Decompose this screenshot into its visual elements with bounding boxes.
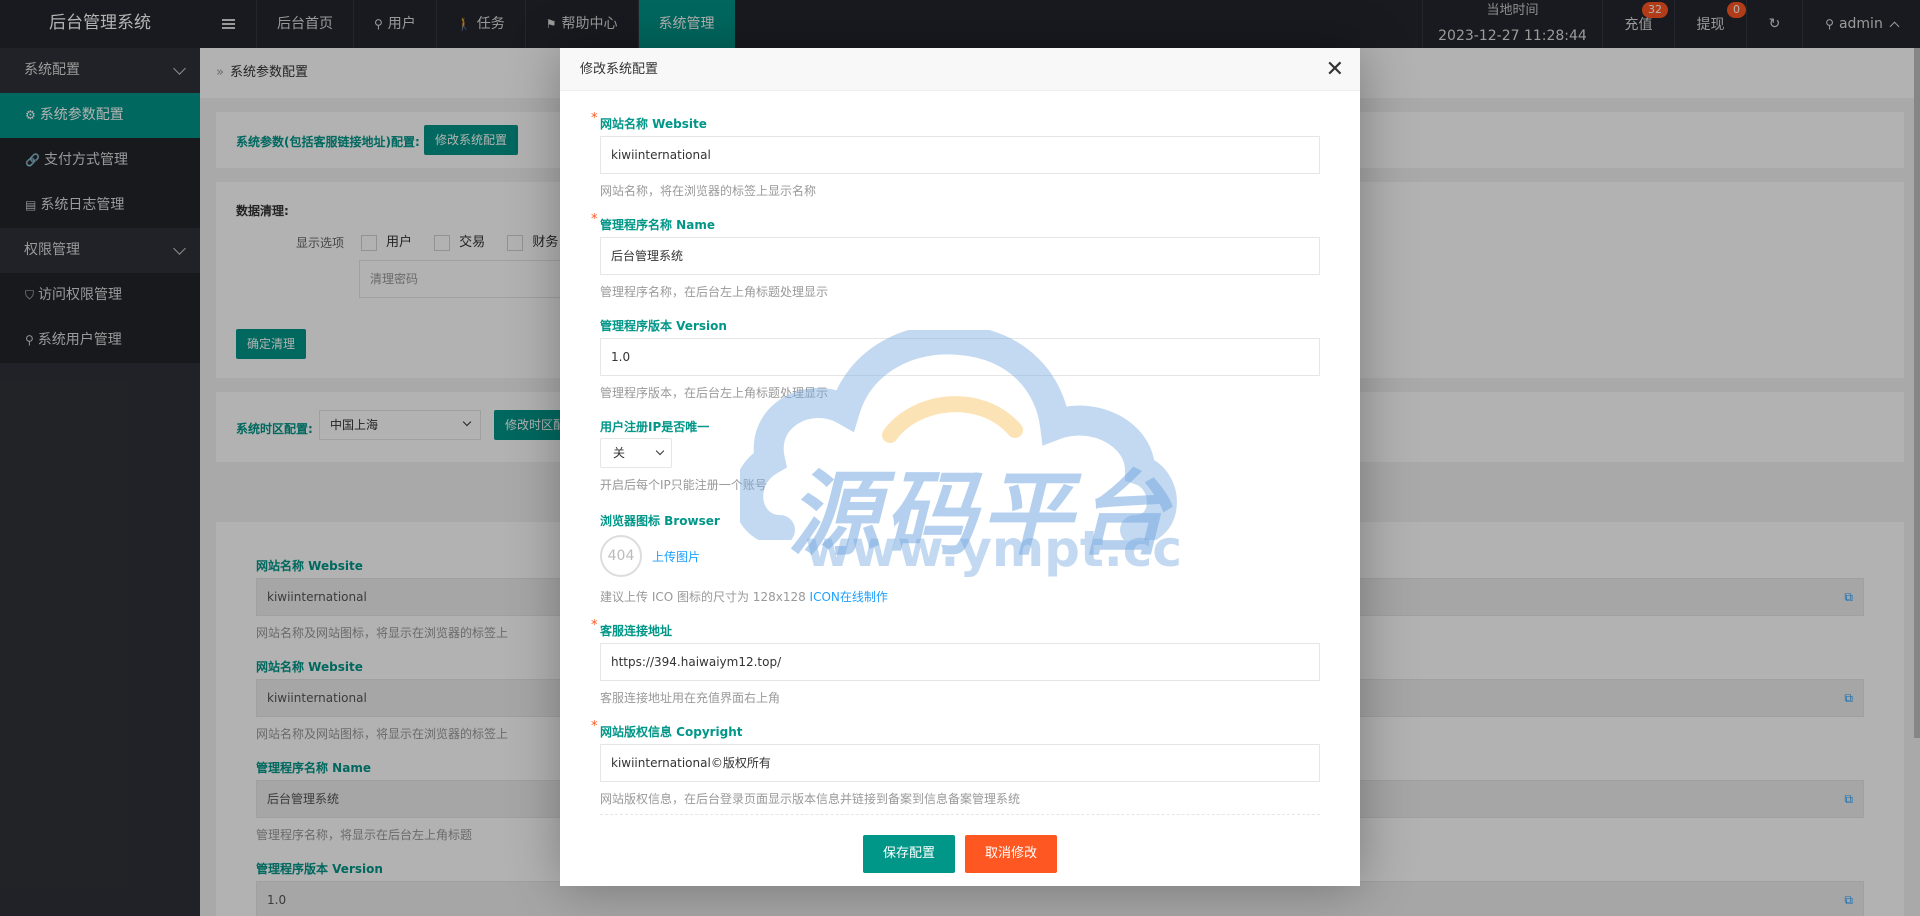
modal-header: 修改系统配置 ✕ xyxy=(560,48,1360,91)
save-config-button[interactable]: 保存配置 xyxy=(863,835,955,873)
required-marker: * xyxy=(591,111,598,126)
website-label: 网站名称 Website xyxy=(600,117,707,131)
close-icon[interactable]: ✕ xyxy=(1326,48,1344,91)
icon-online-link[interactable]: ICON在线制作 xyxy=(810,590,888,604)
copyright-label: 网站版权信息 Copyright xyxy=(600,725,743,739)
divider xyxy=(600,814,1320,815)
required-marker: * xyxy=(591,618,598,633)
ip-unique-select[interactable]: 关 xyxy=(600,438,672,468)
browser-icon-help-text: 建议上传 ICO 图标的尺寸为 128x128 xyxy=(600,590,806,604)
service-url-help: 客服连接地址用在充值界面右上角 xyxy=(600,691,781,705)
copyright-help: 网站版权信息，在后台登录页面显示版本信息并链接到备案到信息备案管理系统 xyxy=(600,792,1021,806)
required-marker: * xyxy=(591,212,598,227)
name-input[interactable]: 后台管理系统 xyxy=(600,237,1320,275)
browser-icon-label: 浏览器图标 Browser xyxy=(600,514,720,528)
chevron-down-icon xyxy=(655,446,665,456)
name-label: 管理程序名称 Name xyxy=(600,218,715,232)
service-url-input[interactable]: https://394.haiwaiym12.top/ xyxy=(600,643,1320,681)
browser-icon-preview: 404 xyxy=(600,535,642,577)
upload-image-link[interactable]: 上传图片 xyxy=(652,548,700,565)
ip-unique-help: 开启后每个IP只能注册一个账号 xyxy=(600,478,767,492)
copyright-input[interactable]: kiwiinternational©版权所有 xyxy=(600,744,1320,782)
name-help: 管理程序名称，在后台左上角标题处理显示 xyxy=(600,285,829,299)
version-label: 管理程序版本 Version xyxy=(600,319,727,333)
required-marker: * xyxy=(591,719,598,734)
edit-config-modal: 修改系统配置 ✕ * 网站名称 Website kiwiinternationa… xyxy=(560,48,1360,886)
modal-title: 修改系统配置 xyxy=(580,62,659,77)
browser-icon-help: 建议上传 ICO 图标的尺寸为 128x128 ICON在线制作 xyxy=(600,588,888,605)
service-url-label: 客服连接地址 xyxy=(600,624,673,638)
ip-unique-label: 用户注册IP是否唯一 xyxy=(600,420,710,434)
modal-body: * 网站名称 Website kiwiinternational 网站名称，将在… xyxy=(560,91,1360,815)
website-help: 网站名称，将在浏览器的标签上显示名称 xyxy=(600,184,817,198)
website-input[interactable]: kiwiinternational xyxy=(600,136,1320,174)
version-input[interactable]: 1.0 xyxy=(600,338,1320,376)
cancel-edit-button[interactable]: 取消修改 xyxy=(965,835,1057,873)
version-help: 管理程序版本，在后台左上角标题处理显示 xyxy=(600,386,829,400)
ip-unique-value: 关 xyxy=(613,446,626,460)
